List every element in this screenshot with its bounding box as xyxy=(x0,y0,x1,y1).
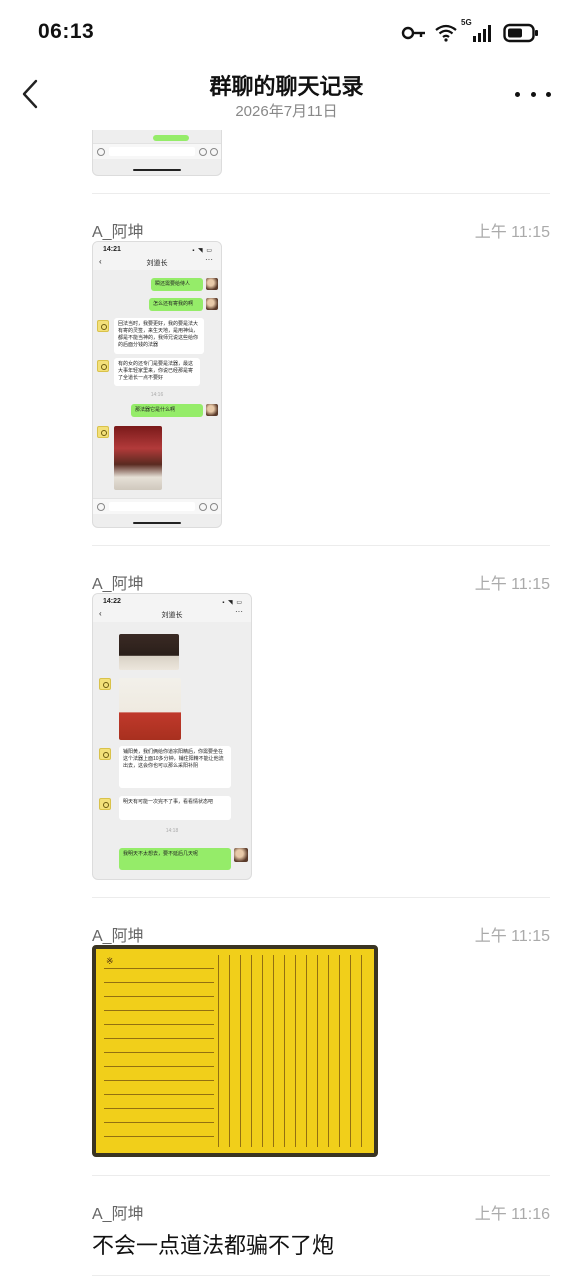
sender-name: A_阿坤 xyxy=(92,1206,144,1223)
status-time: 06:13 xyxy=(38,20,95,43)
signal-icon: 5G xyxy=(461,18,495,43)
previous-image-message[interactable] xyxy=(92,130,222,176)
chat-record-item[interactable]: A_阿坤 上午 11:15 14:22 ▪ ◥ ▭ ‹ 刘道长 ··· 铺阳黄，… xyxy=(92,545,550,897)
record-date: 2026年7月11日 xyxy=(235,103,338,120)
altar-photo xyxy=(119,634,179,670)
chat-record-item[interactable]: A_阿坤 上午 11:16 不会一点道法都骗不了炮 xyxy=(92,1175,550,1275)
message-time: 上午 11:15 xyxy=(474,928,550,945)
nav-bar: 群聊的聊天记录 2026年7月11日 xyxy=(0,62,573,130)
message-text: 不会一点道法都骗不了炮 xyxy=(92,1233,335,1258)
more-dots-icon xyxy=(515,91,520,97)
chat-record-list[interactable]: A_阿坤 上午 11:15 14:21 ▪ ◥ ▭ ‹ 刘道长 ··· 瞬还需要… xyxy=(0,130,573,1280)
message-time: 上午 11:15 xyxy=(474,576,550,593)
key-icon xyxy=(401,26,425,40)
message-divider xyxy=(92,1275,550,1276)
object-photo xyxy=(119,678,181,740)
talisman-paper-image[interactable]: ※ xyxy=(92,945,378,1157)
status-bar: 06:13 5G xyxy=(0,0,573,62)
chat-record-item[interactable]: A_阿坤 上午 11:15 ※ xyxy=(92,897,550,1175)
page-title: 群聊的聊天记录 xyxy=(209,74,364,99)
sender-name: A_阿坤 xyxy=(92,224,144,241)
message-time: 上午 11:16 xyxy=(474,1206,550,1223)
chat-screenshot-image[interactable]: 14:21 ▪ ◥ ▭ ‹ 刘道长 ··· 瞬还需要给侍人 怎么还有寄我的啊 回… xyxy=(92,241,222,528)
temple-photo xyxy=(114,426,162,490)
sender-name: A_阿坤 xyxy=(92,928,144,945)
sender-name: A_阿坤 xyxy=(92,576,144,593)
wifi-icon xyxy=(435,24,457,42)
message-time: 上午 11:15 xyxy=(474,224,550,241)
more-button[interactable] xyxy=(515,84,551,104)
chat-screenshot-image[interactable]: 14:22 ▪ ◥ ▭ ‹ 刘道长 ··· 铺阳黄，我们俩给你道宗阳精后，你需要… xyxy=(92,593,252,880)
chat-record-item[interactable]: A_阿坤 上午 11:15 14:21 ▪ ◥ ▭ ‹ 刘道长 ··· 瞬还需要… xyxy=(92,193,550,545)
battery-icon xyxy=(503,23,538,43)
status-icons: 5G xyxy=(401,18,539,44)
